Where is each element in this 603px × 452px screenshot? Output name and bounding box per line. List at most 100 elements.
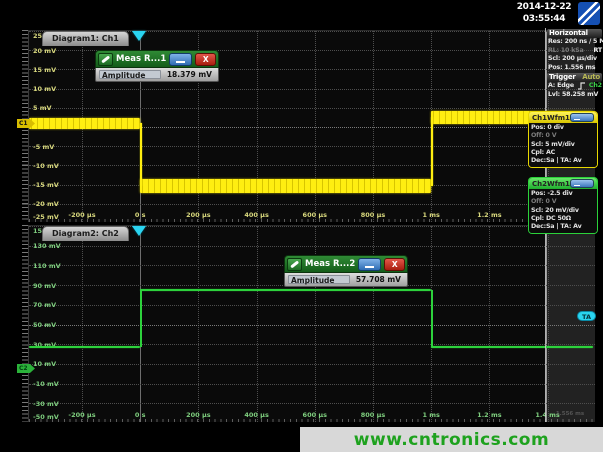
y-axis-label: -15 mV bbox=[33, 181, 59, 189]
minimize-icon[interactable] bbox=[570, 179, 594, 188]
y-axis-label: 70 mV bbox=[33, 301, 56, 309]
trace-segment bbox=[140, 179, 431, 193]
minimize-button[interactable] bbox=[169, 53, 192, 66]
x-axis-label: 400 µs bbox=[237, 211, 277, 219]
x-axis-label: 200 µs bbox=[178, 411, 218, 419]
grid-line-horizontal bbox=[29, 246, 595, 247]
meas2-title-bar[interactable]: Meas R...2 X bbox=[284, 255, 408, 273]
grid-line-horizontal bbox=[29, 384, 595, 385]
x-axis-label: 600 µs bbox=[295, 211, 335, 219]
trigger-level-badge: TA bbox=[577, 311, 596, 321]
y-axis-label: -50 mV bbox=[33, 413, 59, 421]
x-axis-label: 800 µs bbox=[353, 411, 393, 419]
trace-segment bbox=[140, 289, 431, 291]
y-axis-label: -5 mV bbox=[33, 143, 54, 151]
rohde-schwarz-logo-icon bbox=[578, 2, 600, 25]
x-axis-label: 1.2 ms bbox=[469, 211, 509, 219]
y-axis-label: 130 mV bbox=[33, 242, 61, 250]
grid-line-horizontal bbox=[29, 165, 595, 166]
realtime-badge: RT bbox=[594, 47, 602, 56]
tab-diagram2[interactable]: Diagram2: Ch2 bbox=[42, 226, 129, 241]
grid-line-horizontal bbox=[29, 146, 595, 147]
edge-trigger-icon bbox=[577, 82, 586, 90]
grid-line-horizontal bbox=[29, 305, 595, 306]
x-axis-label: -200 µs bbox=[62, 411, 102, 419]
time-text: 03:55:44 bbox=[513, 13, 575, 25]
measurement-result-box-1: Meas R...1 X Amplitude 18.379 mV bbox=[95, 50, 219, 82]
x-axis-label: 1 ms bbox=[411, 211, 451, 219]
grid-line-horizontal bbox=[29, 108, 595, 109]
y-axis-label: 10 mV bbox=[33, 360, 56, 368]
meas2-title: Meas R...2 bbox=[305, 259, 355, 269]
trigger-mode-badge: Auto bbox=[582, 73, 600, 82]
horizontal-section-header[interactable]: Horizontal bbox=[547, 29, 602, 38]
ch2wfm1-badge-body: Pos: -2.5 div Off: 0 V Scl: 20 mV/div Cp… bbox=[529, 189, 597, 233]
trigger-level-row: Lvl:58.258 mV bbox=[547, 91, 602, 100]
date-text: 2014-12-22 bbox=[513, 1, 575, 13]
close-button[interactable]: X bbox=[384, 258, 405, 271]
grid-line-horizontal bbox=[29, 204, 595, 205]
wrench-icon bbox=[287, 258, 302, 271]
ch2wfm1-badge-header[interactable]: Ch2Wfm1 bbox=[529, 178, 597, 189]
watermark-banner: www.cntronics.com bbox=[300, 427, 603, 452]
close-button[interactable]: X bbox=[195, 53, 216, 66]
ch1wfm1-signal-badge[interactable]: Ch1Wfm1 Pos: 0 div Off: 0 V Scl: 5 mV/di… bbox=[528, 111, 598, 168]
x-axis-label: 800 µs bbox=[353, 211, 393, 219]
grid-line-horizontal bbox=[29, 89, 595, 90]
y-axis-label: 50 mV bbox=[33, 321, 56, 329]
ch1wfm1-badge-header[interactable]: Ch1Wfm1 bbox=[529, 112, 597, 123]
minimize-icon[interactable] bbox=[570, 113, 594, 122]
y-axis-label: 10 mV bbox=[33, 85, 56, 93]
title-bar: 2014-12-22 03:55:44 bbox=[0, 0, 603, 28]
trigger-section-header[interactable]: Trigger Auto bbox=[547, 73, 602, 82]
meas1-result-row: Amplitude 18.379 mV bbox=[95, 68, 219, 82]
grid-line-horizontal bbox=[29, 325, 595, 326]
y-axis-label: 90 mV bbox=[33, 282, 56, 290]
meas1-value: 18.379 mV bbox=[161, 70, 215, 79]
x-axis-label: 1.2 ms bbox=[469, 411, 509, 419]
x-axis-label: 0 s bbox=[120, 211, 160, 219]
meas2-result-row: Amplitude 57.708 mV bbox=[284, 273, 408, 287]
timebase-scale-row: Scl:200 µs/div bbox=[547, 55, 602, 64]
y-axis-label: 110 mV bbox=[33, 262, 61, 270]
ch2wfm1-signal-badge[interactable]: Ch2Wfm1 Pos: -2.5 div Off: 0 V Scl: 20 m… bbox=[528, 177, 598, 234]
y-axis-label: -30 mV bbox=[33, 400, 59, 408]
grid-line-horizontal bbox=[29, 403, 595, 404]
trigger-position-marker-icon[interactable] bbox=[132, 226, 146, 236]
datetime-display: 2014-12-22 03:55:44 bbox=[513, 1, 575, 25]
y-axis-label: 5 mV bbox=[33, 104, 52, 112]
x-axis-label: 400 µs bbox=[237, 411, 277, 419]
watermark-text: www.cntronics.com bbox=[354, 430, 549, 450]
record-length-row: RL:10 kSa RT bbox=[547, 47, 602, 56]
meas1-label: Amplitude bbox=[99, 70, 161, 79]
y-axis-label: -10 mV bbox=[33, 380, 59, 388]
oscilloscope-screen: 2014-12-22 03:55:44 25 mV20 mV15 mV10 mV… bbox=[0, 0, 603, 452]
x-axis-label: 0 s bbox=[120, 411, 160, 419]
y-axis-label: 15 mV bbox=[33, 66, 56, 74]
x-axis-label: 600 µs bbox=[295, 411, 335, 419]
minimize-button[interactable] bbox=[358, 258, 381, 271]
trace-segment bbox=[431, 346, 593, 348]
meas1-title-bar[interactable]: Meas R...1 X bbox=[95, 50, 219, 68]
trace-edge bbox=[140, 290, 142, 347]
measurement-result-box-2: Meas R...2 X Amplitude 57.708 mV bbox=[284, 255, 408, 287]
x-axis-label: 200 µs bbox=[178, 211, 218, 219]
grid-line-horizontal bbox=[29, 344, 595, 345]
timebase-position-row: Pos:1.556 ms bbox=[547, 64, 602, 73]
x-axis-end-label: 1.556 ms bbox=[550, 411, 590, 417]
trace-edge bbox=[431, 117, 433, 186]
tab-diagram1[interactable]: Diagram1: Ch1 bbox=[42, 31, 129, 46]
y-axis-label: 20 mV bbox=[33, 47, 56, 55]
grid-line-horizontal bbox=[29, 364, 595, 365]
y-axis-label: -25 mV bbox=[33, 213, 59, 221]
trigger-position-marker-icon[interactable] bbox=[132, 31, 146, 41]
trace-edge bbox=[140, 123, 142, 186]
trace-segment bbox=[29, 118, 140, 129]
y-axis-label: -10 mV bbox=[33, 162, 59, 170]
y-axis-label: -20 mV bbox=[33, 200, 59, 208]
meas1-title: Meas R...1 bbox=[116, 54, 166, 64]
trigger-source-row: A:Edge Ch2 bbox=[547, 82, 602, 91]
meas2-value: 57.708 mV bbox=[350, 275, 404, 284]
trace-segment bbox=[29, 346, 140, 348]
status-side-panel: Horizontal Res:200 ns / 5 MSa/s RL:10 kS… bbox=[547, 28, 602, 100]
